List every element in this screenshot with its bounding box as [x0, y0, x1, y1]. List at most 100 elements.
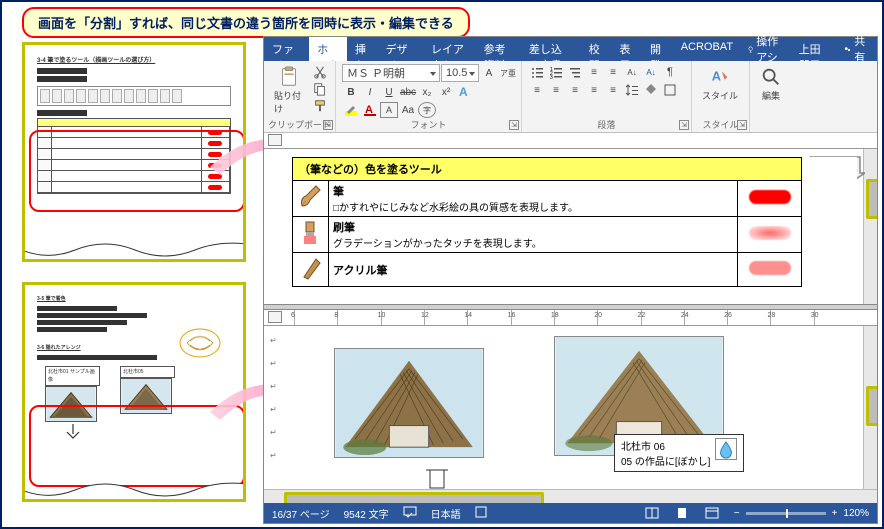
- page-torn-edge: [22, 242, 246, 262]
- paste-button[interactable]: 貼り付け: [270, 64, 307, 117]
- font-launcher[interactable]: ⇲: [509, 120, 519, 130]
- align-left-button[interactable]: ≡: [528, 82, 546, 98]
- tab-view[interactable]: 表示: [611, 37, 642, 61]
- tab-review[interactable]: 校閲: [581, 37, 612, 61]
- font-size-combo[interactable]: 10.5: [441, 64, 479, 82]
- clipboard-launcher[interactable]: ⇲: [323, 120, 333, 130]
- styles-launcher[interactable]: ⇲: [737, 120, 747, 130]
- zoom-slider[interactable]: [746, 512, 826, 515]
- user-name[interactable]: 上田朋子: [791, 37, 836, 61]
- text-direction-button[interactable]: A↓: [623, 64, 641, 80]
- language-indicator[interactable]: 日本語: [431, 506, 461, 521]
- paragraph-launcher[interactable]: ⇲: [679, 120, 689, 130]
- tab-file[interactable]: ファイル: [264, 37, 309, 61]
- tab-layout[interactable]: レイアウト: [423, 37, 476, 61]
- ribbon-tabs: ファイル ホーム 挿入 デザイン レイアウト 参考資料 差し込み文書 校閲 表示…: [264, 37, 877, 61]
- document-area: （筆などの）色を塗るツール 筆□かすれやにじみなど水彩絵の具の質感を表現します。…: [264, 133, 877, 503]
- ribbon-home: 貼り付け クリップボード ⇲ ＭＳ Ｐ明朝 10.5 A ア亜: [264, 61, 877, 133]
- subscript-button[interactable]: x₂: [418, 84, 436, 100]
- tab-acrobat[interactable]: ACROBAT: [673, 37, 741, 61]
- zoom-control[interactable]: − + 120%: [734, 508, 869, 519]
- align-right-button[interactable]: ≡: [566, 82, 584, 98]
- zoom-percent[interactable]: 120%: [843, 508, 869, 519]
- shading-button[interactable]: [642, 82, 660, 98]
- group-label-font: フォント: [336, 118, 521, 131]
- justify-button[interactable]: ≡: [585, 82, 603, 98]
- vertical-scrollbar-top[interactable]: [863, 149, 877, 304]
- tab-selector[interactable]: [268, 134, 282, 146]
- numbering-button[interactable]: 123: [547, 64, 565, 80]
- page-content-top[interactable]: （筆などの）色を塗るツール 筆□かすれやにじみなど水彩絵の具の質感を表現します。…: [292, 157, 857, 287]
- ruler-bottom-pane[interactable]: 6 8 10 12 14 16 18 20 22 24 26 28 30: [264, 310, 877, 326]
- print-layout-icon[interactable]: [674, 506, 690, 520]
- svg-text:3: 3: [550, 75, 553, 79]
- sample-image-a[interactable]: [334, 348, 484, 458]
- superscript-button[interactable]: x²: [437, 84, 455, 100]
- status-bar: 16/37 ページ 9542 文字 日本語 − + 120%: [264, 503, 877, 523]
- italic-button[interactable]: I: [361, 84, 379, 100]
- copy-button[interactable]: [311, 81, 329, 97]
- enclose-char-button[interactable]: 字: [418, 102, 436, 118]
- bullets-button[interactable]: [528, 64, 546, 80]
- acrylic-brush-icon: [298, 255, 324, 281]
- paragraph-marks: ↵↵↵↵↵↵: [270, 336, 286, 489]
- tab-design[interactable]: デザイン: [378, 37, 423, 61]
- underline-button[interactable]: U: [380, 84, 398, 100]
- cut-button[interactable]: [311, 64, 329, 80]
- line-spacing-button[interactable]: [623, 82, 641, 98]
- char-shading-button[interactable]: Aa: [399, 102, 417, 118]
- tell-me-search[interactable]: 操作アシ: [741, 37, 791, 61]
- font-name-combo[interactable]: ＭＳ Ｐ明朝: [342, 64, 440, 82]
- tab-insert[interactable]: 挿入: [347, 37, 378, 61]
- spellcheck-icon[interactable]: [403, 506, 417, 521]
- macro-record-icon[interactable]: [475, 506, 487, 521]
- phonetic-icon[interactable]: ア亜: [499, 65, 517, 81]
- font-color-button[interactable]: A: [361, 102, 379, 118]
- editing-menu[interactable]: 編集: [756, 64, 786, 104]
- word-count[interactable]: 9542 文字: [344, 506, 389, 521]
- annotation-callout: 画面を「分割」すれば、同じ文書の違う箇所を同時に表示・編集できる: [22, 7, 470, 38]
- ruler-top-pane[interactable]: [264, 133, 877, 149]
- page-torn-edge: [22, 482, 246, 502]
- tab-developer[interactable]: 開発: [642, 37, 673, 61]
- tab-home[interactable]: ホーム: [309, 37, 347, 61]
- grow-font-icon[interactable]: A: [480, 65, 498, 81]
- tab-selector[interactable]: [268, 311, 282, 323]
- strike-button[interactable]: abc: [399, 84, 417, 100]
- thumb-swirl-illustration: [175, 323, 225, 363]
- align-center-button[interactable]: ≡: [547, 82, 565, 98]
- page-count[interactable]: 16/37 ページ: [272, 506, 330, 521]
- color-swatch: [738, 253, 802, 287]
- highlight-button[interactable]: [342, 102, 360, 118]
- increase-indent-button[interactable]: ≡: [604, 64, 622, 80]
- zoom-in-icon[interactable]: +: [832, 508, 838, 519]
- tab-references[interactable]: 参考資料: [476, 37, 521, 61]
- sort-button[interactable]: A↓: [642, 64, 660, 80]
- text-effects-button[interactable]: A: [456, 84, 474, 100]
- blur-effect-icon: [715, 438, 737, 460]
- distributed-button[interactable]: ≡: [604, 82, 622, 98]
- tool-table-header: （筆などの）色を塗るツール: [293, 158, 802, 181]
- svg-text:A: A: [712, 69, 721, 84]
- color-swatch: [738, 217, 802, 253]
- group-label-paragraph: 段落: [522, 118, 691, 131]
- zoom-out-icon[interactable]: −: [734, 508, 740, 519]
- decrease-indent-button[interactable]: ≡: [585, 64, 603, 80]
- split-pane-top: （筆などの）色を塗るツール 筆□かすれやにじみなど水彩絵の具の質感を表現します。…: [264, 149, 877, 304]
- tab-mailings[interactable]: 差し込み文書: [521, 37, 581, 61]
- word-window: ファイル ホーム 挿入 デザイン レイアウト 参考資料 差し込み文書 校閲 表示…: [263, 36, 878, 524]
- caption-card[interactable]: 北杜市 06 05 の作品に[ぼかし]: [614, 434, 744, 472]
- char-border-button[interactable]: A: [380, 102, 398, 118]
- format-painter-button[interactable]: [311, 98, 329, 114]
- show-marks-button[interactable]: ¶: [661, 64, 679, 80]
- borders-button[interactable]: [661, 82, 679, 98]
- horizontal-scrollbar[interactable]: [264, 489, 877, 503]
- styles-gallery[interactable]: A スタイル: [698, 64, 742, 104]
- bold-button[interactable]: B: [342, 84, 360, 100]
- multilevel-button[interactable]: [566, 64, 584, 80]
- share-button[interactable]: 共有: [836, 37, 877, 61]
- vertical-scrollbar-bottom[interactable]: [863, 326, 877, 489]
- svg-text:A: A: [459, 85, 468, 99]
- read-mode-icon[interactable]: [644, 506, 660, 520]
- web-layout-icon[interactable]: [704, 506, 720, 520]
